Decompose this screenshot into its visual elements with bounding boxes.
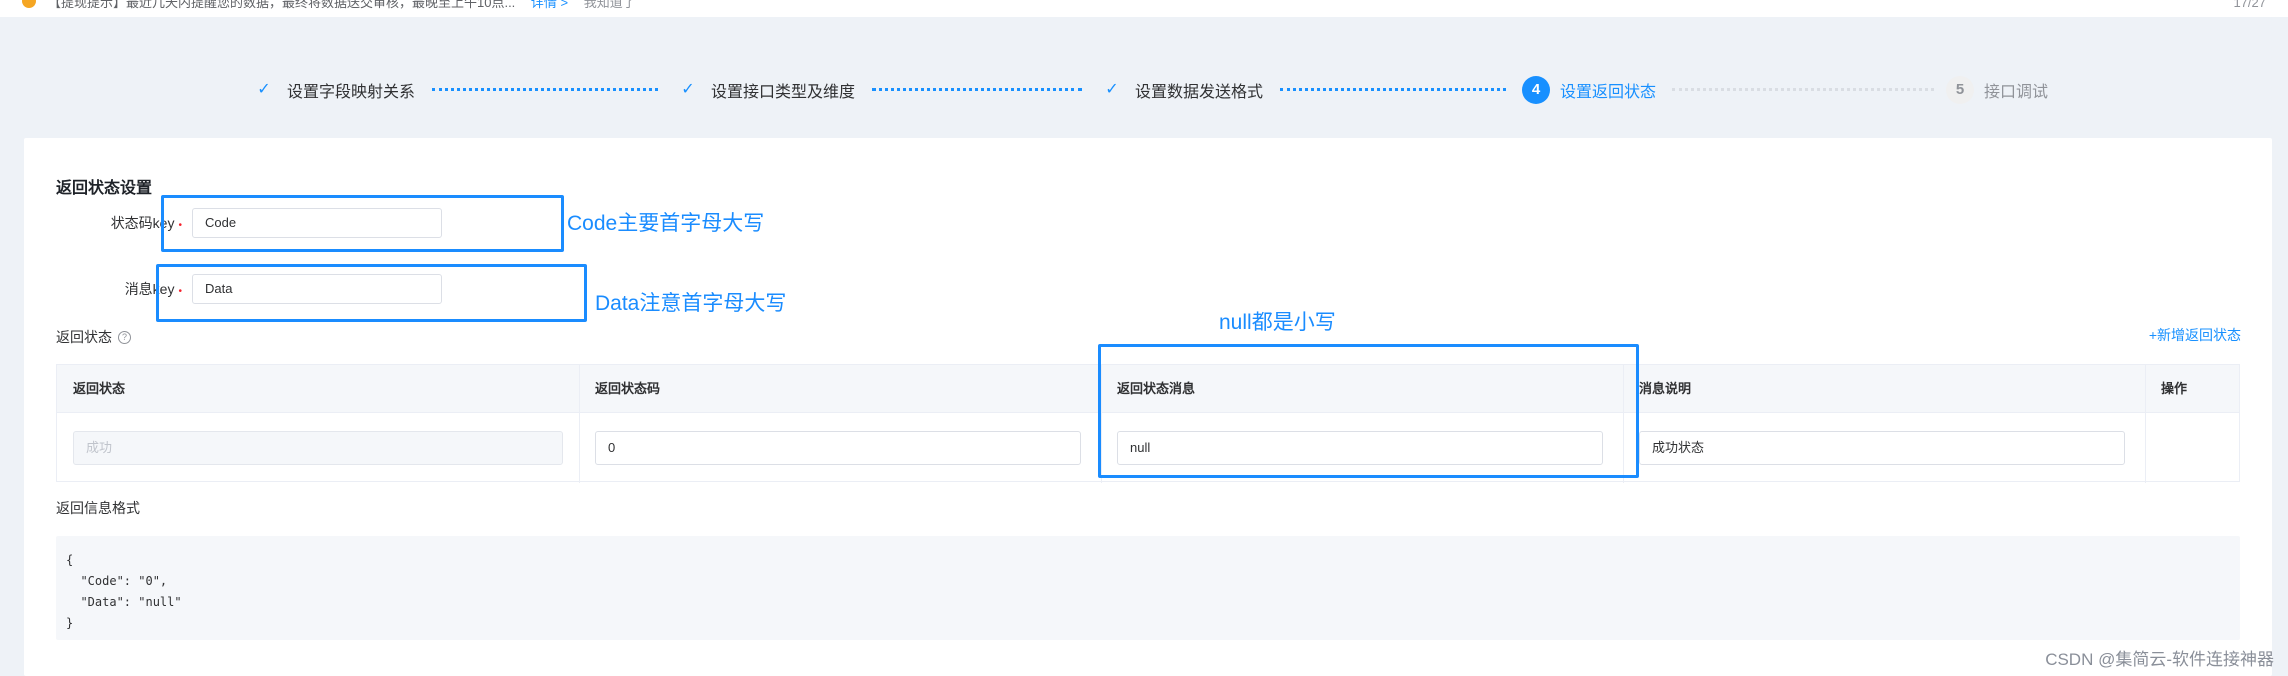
column-header: 返回状态 [73,381,126,396]
notice-bar: 【提现提示】最近几天内提醒您的数据，最终将数据送交审核，最晚至上午10点... … [0,0,2288,17]
status-input: 成功 [73,431,563,465]
message-description-input[interactable]: 成功状态 [1639,431,2125,465]
step-connector [1280,88,1506,92]
step-5[interactable]: 5 接口调试 [1946,68,2048,112]
annotation-data-note: Data注意首字母大写 [595,292,787,315]
progress-steps: ✓ 设置字段映射关系 ✓ 设置接口类型及维度 ✓ 设置数据发送格式 4 设置返回… [0,68,2288,112]
step-label: 设置返回状态 [1560,84,1657,101]
notice-dismiss-link[interactable]: 我知道了 [584,0,636,10]
annotation-null-note: null都是小写 [1219,311,1336,334]
notice-text: 【提现提示】最近几天内提醒您的数据，最终将数据送交审核，最晚至上午10点... [48,0,516,10]
step-2[interactable]: ✓ 设置接口类型及维度 [679,68,855,112]
step-4[interactable]: 4 设置返回状态 [1522,68,1656,112]
step-number: 5 [1946,76,1974,104]
step-label: 设置数据发送格式 [1135,84,1264,101]
return-status-title: 返回状态 ? [56,327,131,347]
status-code-input[interactable]: 0 [595,431,1081,465]
notice-page-counter: 17/27 [2233,0,2266,10]
watermark: CSDN @集简云-软件连接神器 [2045,650,2274,669]
column-header: 操作 [2161,381,2188,396]
step-connector [872,88,1082,92]
table-row: 成功 [73,431,563,465]
step-connector [1672,88,1934,92]
format-title: 返回信息格式 [56,500,140,516]
step-label: 接口调试 [1984,84,2049,101]
annotation-box-code [161,195,564,252]
add-return-status-button[interactable]: +新增返回状态 [2149,325,2241,345]
annotation-box-data [156,264,587,322]
format-code-block: { "Code": "0", "Data": "null" } [56,536,2240,640]
check-icon: ✓ [681,81,695,98]
step-label: 设置字段映射关系 [287,84,416,101]
warning-icon [22,0,36,8]
check-icon: ✓ [1105,81,1119,98]
section-title: 返回状态设置 [56,180,153,197]
notice-detail-link[interactable]: 详情 > [531,0,568,10]
annotation-code-note: Code主要首字母大写 [567,212,765,235]
step-connector [432,88,658,92]
main-card: 返回状态设置 状态码key • Code Code主要首字母大写 消息key • D… [24,138,2272,676]
annotation-box-null [1098,344,1639,478]
step-label: 设置接口类型及维度 [711,84,856,101]
column-header: 返回状态码 [595,381,661,396]
step-number: 4 [1522,76,1550,104]
step-3[interactable]: ✓ 设置数据发送格式 [1103,68,1263,112]
step-1[interactable]: ✓ 设置字段映射关系 [255,68,415,112]
help-icon[interactable]: ? [118,330,131,344]
check-icon: ✓ [257,81,271,98]
